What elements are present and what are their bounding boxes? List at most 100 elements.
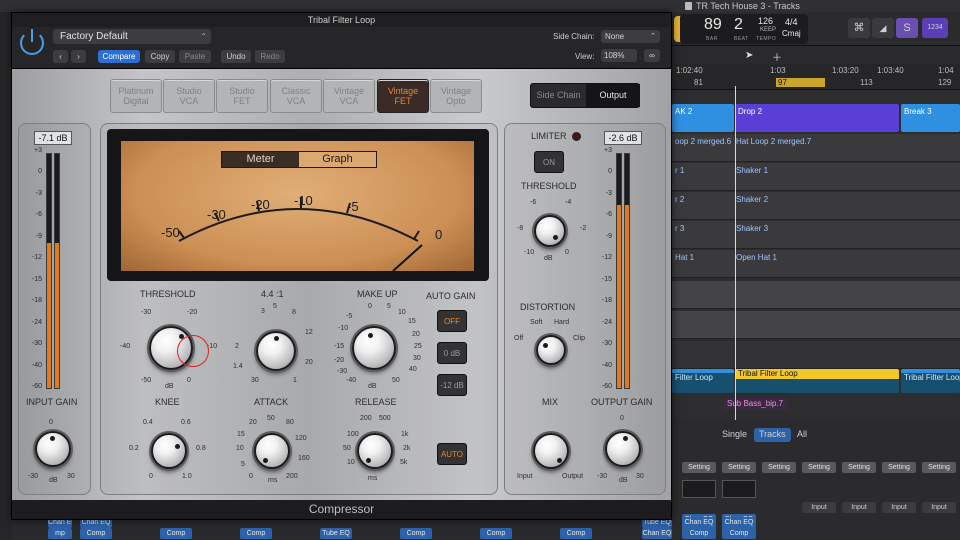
marker-region-drop[interactable]: Drop 2: [735, 104, 899, 132]
knob-indicator: [623, 436, 628, 441]
track-lane[interactable]: [672, 281, 960, 309]
model-studio-fet[interactable]: Studio FET: [216, 79, 268, 113]
setting-button[interactable]: Setting: [882, 462, 916, 473]
undo-button[interactable]: Undo: [221, 50, 251, 63]
insert-slot[interactable]: Comp: [682, 528, 716, 539]
tab-graph[interactable]: Graph: [299, 152, 376, 167]
model-label: Vintage: [440, 86, 472, 96]
knob-tick: -10: [524, 249, 535, 256]
track-lane[interactable]: r 1 Shaker 1: [672, 163, 960, 191]
setting-button[interactable]: Setting: [802, 462, 836, 473]
track-lane[interactable]: Hat 1 Open Hat 1: [672, 250, 960, 278]
input-gain-knob[interactable]: [35, 431, 71, 467]
limiter-threshold-knob[interactable]: [534, 215, 566, 247]
paste-button[interactable]: Paste: [179, 50, 211, 63]
limiter-on-button[interactable]: ON: [534, 151, 564, 173]
playhead[interactable]: [735, 86, 736, 420]
setting-button[interactable]: Setting: [842, 462, 876, 473]
track-lane[interactable]: oop 2 merged.6 Hat Loop 2 merged.7: [672, 134, 960, 162]
track-lane[interactable]: [672, 341, 960, 369]
knob-unit: dB: [619, 477, 628, 484]
audio-region[interactable]: Filter Loop: [672, 369, 734, 393]
insert-slot[interactable]: Comp: [240, 528, 272, 539]
auto-gain-off-button[interactable]: OFF: [437, 310, 467, 332]
eq-thumbnail[interactable]: [722, 480, 756, 498]
marker-region[interactable]: AK 2: [672, 104, 734, 132]
output-gain-knob[interactable]: [605, 431, 641, 467]
setting-button[interactable]: Setting: [922, 462, 956, 473]
tab-side-chain[interactable]: Side Chain: [531, 84, 586, 107]
insert-slot[interactable]: Chan EQ: [722, 517, 756, 528]
prev-preset-button[interactable]: ‹: [53, 50, 68, 63]
audio-region-selected[interactable]: Tribal Filter Loop: [735, 369, 899, 393]
setting-button[interactable]: Setting: [762, 462, 796, 473]
insert-slot[interactable]: Chan EQ: [682, 517, 716, 528]
model-vintage-fet[interactable]: Vintage FET: [377, 79, 429, 113]
input-button[interactable]: Input: [882, 502, 916, 513]
track-lane[interactable]: r 3 Shaker 3: [672, 221, 960, 249]
timeline-ruler[interactable]: 1:02:40 1:03 1:03:20 1:03:40 1:04 81 97 …: [672, 64, 960, 90]
knob-unit: ms: [368, 475, 378, 482]
mix-knob[interactable]: [533, 433, 569, 469]
insert-slot[interactable]: mp: [48, 528, 72, 539]
track-lane[interactable]: r 2 Shaker 2: [672, 192, 960, 220]
attack-knob[interactable]: [254, 433, 290, 469]
mixer-tab-all[interactable]: All: [792, 428, 812, 442]
tab-meter[interactable]: Meter: [222, 152, 299, 167]
side-chain-menu[interactable]: None ⌃: [601, 30, 660, 43]
tab-output[interactable]: Output: [586, 84, 640, 107]
signature-display[interactable]: 4/4 Cmaj: [776, 14, 808, 44]
model-vintage-vca[interactable]: Vintage VCA: [323, 79, 375, 113]
auto-gain-minus12-button[interactable]: -12 dB: [437, 374, 467, 396]
marker-region-break[interactable]: Break 3: [901, 104, 960, 132]
track-lane[interactable]: [672, 311, 960, 339]
metronome-icon[interactable]: ⌘: [848, 18, 870, 38]
ratio-knob[interactable]: [256, 331, 296, 371]
knob-tick: 50: [343, 445, 351, 452]
model-studio-vca[interactable]: Studio VCA: [163, 79, 215, 113]
insert-slot[interactable]: Comp: [160, 528, 192, 539]
auto-release-button[interactable]: AUTO: [437, 443, 467, 465]
redo-button[interactable]: Redo: [255, 50, 285, 63]
makeup-knob[interactable]: [352, 326, 396, 370]
insert-slot[interactable]: Chan EQ: [642, 528, 672, 539]
region-label: oop 2 merged.6: [675, 137, 732, 146]
pencil-tool-icon[interactable]: ＋: [772, 49, 782, 64]
insert-slot[interactable]: Comp: [80, 528, 112, 539]
insert-slot[interactable]: Tube EQ: [320, 528, 352, 539]
view-zoom-menu[interactable]: 108%: [601, 49, 637, 62]
release-knob[interactable]: [357, 433, 393, 469]
model-platinum-digital[interactable]: Platinum Digital: [110, 79, 162, 113]
input-button[interactable]: Input: [842, 502, 876, 513]
preset-menu[interactable]: Factory Default ⌃: [53, 29, 211, 44]
auto-gain-0db-button[interactable]: 0 dB: [437, 342, 467, 364]
mixer-tab-tracks[interactable]: Tracks: [754, 428, 791, 442]
knee-knob[interactable]: [151, 433, 187, 469]
audio-region[interactable]: Tribal Filter Loop: [901, 369, 960, 393]
insert-slot[interactable]: Comp: [400, 528, 432, 539]
eq-thumbnail[interactable]: [682, 480, 716, 498]
model-classic-vca[interactable]: Classic VCA: [270, 79, 322, 113]
vu-scale-label: -10: [294, 193, 313, 208]
smart-tempo-icon[interactable]: S: [896, 18, 918, 38]
insert-slot[interactable]: Comp: [560, 528, 592, 539]
lcd-display[interactable]: 89 2 BAR BEAT 126 KEEP TEMPO: [680, 14, 790, 44]
midi-region[interactable]: Sub Bass_bip.7: [724, 398, 788, 410]
link-icon[interactable]: ∞: [644, 49, 660, 62]
setting-button[interactable]: Setting: [682, 462, 716, 473]
insert-slot[interactable]: Comp: [722, 528, 756, 539]
setting-button[interactable]: Setting: [722, 462, 756, 473]
input-button[interactable]: Input: [922, 502, 956, 513]
compare-button[interactable]: Compare: [98, 50, 140, 63]
counter-button[interactable]: 1234: [922, 18, 948, 38]
plugin-title-bar[interactable]: Tribal Filter Loop: [12, 13, 671, 27]
copy-button[interactable]: Copy: [145, 50, 175, 63]
input-button[interactable]: Input: [802, 502, 836, 513]
pointer-tool-icon[interactable]: ➤: [745, 50, 753, 61]
distortion-knob[interactable]: [536, 335, 566, 365]
tuner-icon[interactable]: ◢: [872, 18, 894, 38]
insert-slot[interactable]: Comp: [480, 528, 512, 539]
mixer-tab-single[interactable]: Single: [717, 428, 752, 442]
model-vintage-opto[interactable]: Vintage Opto: [430, 79, 482, 113]
next-preset-button[interactable]: ›: [71, 50, 86, 63]
